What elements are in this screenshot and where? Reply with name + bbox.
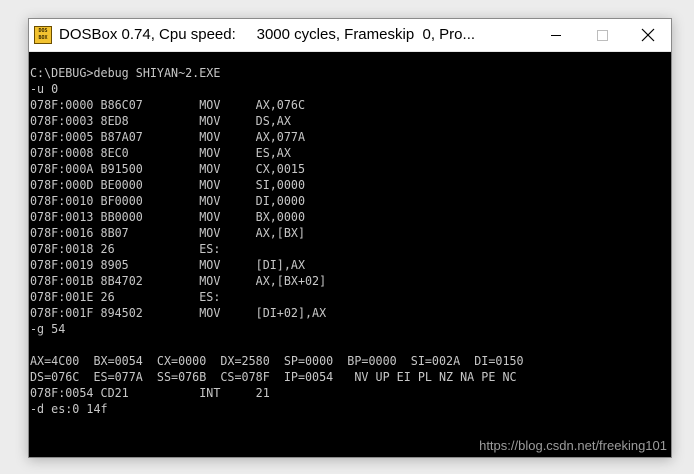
console-line: DS=076C ES=077A SS=076B CS=078F IP=0054 … xyxy=(30,369,517,384)
console-line: 078F:0003 8ED8 MOV DS,AX xyxy=(30,113,291,128)
console-line: -d es:0 14f xyxy=(30,401,108,416)
dosbox-app-icon[interactable]: DOS BOX xyxy=(34,26,52,44)
console-line: C:\DEBUG>debug SHIYAN~2.EXE xyxy=(30,65,221,80)
watermark: https://blog.csdn.net/freeking101 xyxy=(479,438,667,453)
minimize-button[interactable] xyxy=(533,19,579,51)
title-bar[interactable]: DOS BOX DOSBox 0.74, Cpu speed: 3000 cyc… xyxy=(29,19,671,52)
console-line: 078F:0000 B86C07 MOV AX,076C xyxy=(30,97,306,112)
console-output[interactable]: C:\DEBUG>debug SHIYAN~2.EXE -u 0 078F:00… xyxy=(29,65,671,455)
dosbox-window: DOS BOX DOSBox 0.74, Cpu speed: 3000 cyc… xyxy=(28,18,672,458)
maximize-icon xyxy=(596,29,608,41)
minimize-icon xyxy=(551,34,561,36)
console-line: 078F:0018 26 ES: xyxy=(30,241,221,256)
window-title: DOSBox 0.74, Cpu speed: 3000 cycles, Fra… xyxy=(59,26,476,43)
close-button[interactable] xyxy=(625,19,671,51)
console-line: 078F:001F 894502 MOV [DI+02],AX xyxy=(30,305,327,320)
close-icon xyxy=(641,28,655,42)
console-line: -u 0 xyxy=(30,81,59,96)
maximize-button[interactable] xyxy=(579,19,625,51)
console-line: 078F:000A B91500 MOV CX,0015 xyxy=(30,161,306,176)
console-line: 078F:0019 8905 MOV [DI],AX xyxy=(30,257,306,272)
console-line: 078F:0008 8EC0 MOV ES,AX xyxy=(30,145,291,160)
console-line: 078F:0010 BF0000 MOV DI,0000 xyxy=(30,193,306,208)
console-line: 078F:000D BE0000 MOV SI,0000 xyxy=(30,177,306,192)
console-line: AX=4C00 BX=0054 CX=0000 DX=2580 SP=0000 … xyxy=(30,353,524,368)
console-line: 078F:0016 8B07 MOV AX,[BX] xyxy=(30,225,306,240)
console-line: 078F:0005 B87A07 MOV AX,077A xyxy=(30,129,306,144)
console-line: 078F:0054 CD21 INT 21 xyxy=(30,385,270,400)
console-line: 078F:001E 26 ES: xyxy=(30,289,221,304)
console-line: -g 54 xyxy=(30,321,66,336)
console-line: 078F:0013 BB0000 MOV BX,0000 xyxy=(30,209,306,224)
console-line: 078F:001B 8B4702 MOV AX,[BX+02] xyxy=(30,273,327,288)
